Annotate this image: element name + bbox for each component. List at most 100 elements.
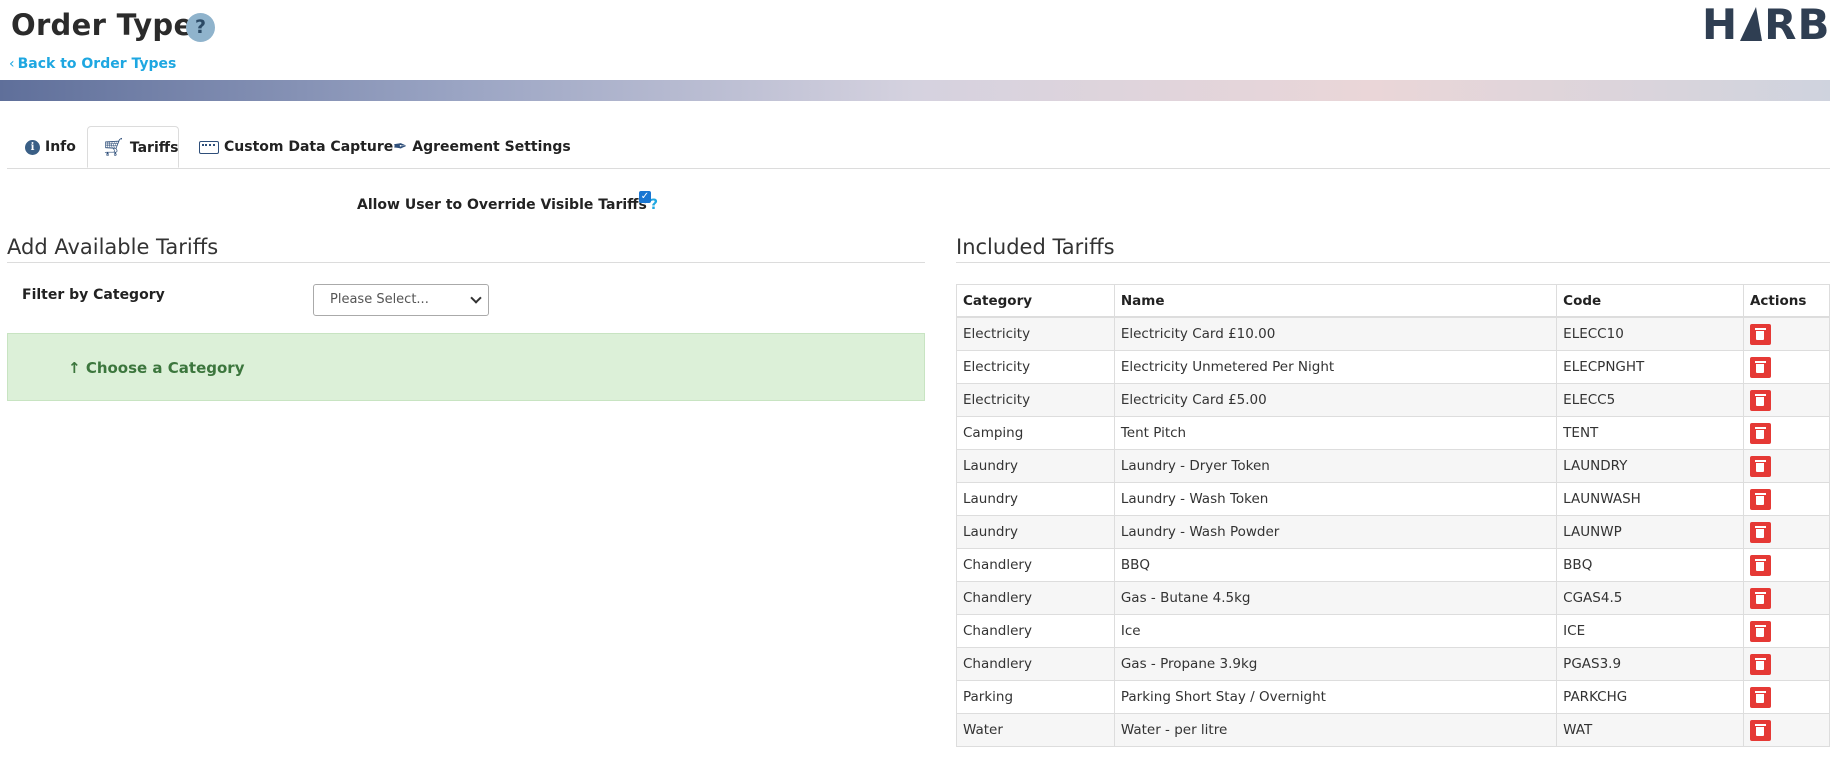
- category-filter-select[interactable]: Please Select...: [313, 284, 489, 316]
- column-header: Name: [1113, 284, 1558, 318]
- info-icon: i: [25, 139, 40, 155]
- table-row: Chandlery Gas - Propane 3.9kg PGAS3.9: [956, 647, 1830, 681]
- cell-code: LAUNWP: [1556, 515, 1744, 549]
- delete-tariff-button[interactable]: [1749, 686, 1771, 708]
- cell-category: Chandlery: [956, 647, 1115, 681]
- logo: HRBOU: [1702, 0, 1830, 49]
- cell-name: Laundry - Wash Powder: [1113, 515, 1558, 549]
- cell-actions: [1742, 647, 1830, 681]
- tab-label: Agreement Settings: [412, 139, 571, 155]
- cell-code: ICE: [1556, 614, 1744, 648]
- arrow-up-icon: ↑: [68, 359, 81, 377]
- table-row: Electricity Electricity Card £5.00 ELECC5: [956, 383, 1830, 417]
- help-icon[interactable]: ?: [186, 13, 215, 42]
- cell-name: Gas - Propane 3.9kg: [1113, 647, 1558, 681]
- tab-info[interactable]: i Info: [21, 126, 80, 168]
- cell-name: Gas - Butane 4.5kg: [1113, 581, 1558, 615]
- table-row: Laundry Laundry - Wash Powder LAUNWP: [956, 515, 1830, 549]
- cart-icon: 🛒︎: [102, 137, 125, 158]
- cell-name: Laundry - Dryer Token: [1113, 449, 1558, 483]
- chevron-left-icon: ‹: [9, 56, 15, 72]
- choose-category-message: ↑ Choose a Category: [68, 359, 245, 377]
- delete-tariff-button[interactable]: [1749, 653, 1771, 675]
- keyboard-icon: [199, 140, 219, 154]
- chevron-down-icon: [470, 292, 482, 304]
- cell-code: WAT: [1556, 713, 1744, 747]
- table-row: Camping Tent Pitch TENT: [956, 416, 1830, 450]
- cell-name: Tent Pitch: [1113, 416, 1558, 450]
- delete-tariff-button[interactable]: [1749, 620, 1771, 642]
- cell-actions: [1742, 614, 1830, 648]
- cell-actions: [1742, 416, 1830, 450]
- cell-actions: [1742, 680, 1830, 714]
- cell-actions: [1742, 581, 1830, 615]
- back-to-order-types-link[interactable]: ‹ Back to Order Types: [9, 56, 176, 72]
- delete-tariff-button[interactable]: [1749, 719, 1771, 741]
- cell-actions: [1742, 350, 1830, 384]
- tab-label: Custom Data Capture: [224, 139, 394, 155]
- cell-code: ELECC5: [1556, 383, 1744, 417]
- cell-category: Water: [956, 713, 1115, 747]
- cell-code: BBQ: [1556, 548, 1744, 582]
- cell-name: Electricity Card £5.00: [1113, 383, 1558, 417]
- filter-label: Filter by Category: [22, 287, 165, 303]
- cell-category: Chandlery: [956, 614, 1115, 648]
- cell-category: Chandlery: [956, 548, 1115, 582]
- delete-tariff-button[interactable]: [1749, 422, 1771, 444]
- column-header: Category: [956, 284, 1115, 318]
- help-icon[interactable]: ?: [650, 197, 658, 213]
- divider: [7, 262, 925, 263]
- cell-name: Electricity Card £10.00: [1113, 316, 1558, 351]
- table-row: Chandlery Gas - Butane 4.5kg CGAS4.5: [956, 581, 1830, 615]
- included-tariffs-title: Included Tariffs: [956, 235, 1115, 259]
- cell-actions: [1742, 482, 1830, 516]
- tab-label: Info: [45, 139, 76, 155]
- cell-category: Electricity: [956, 350, 1115, 384]
- cell-name: Water - per litre: [1113, 713, 1558, 747]
- delete-tariff-button[interactable]: [1749, 455, 1771, 477]
- tab-label: Tariffs: [129, 140, 179, 156]
- cell-category: Electricity: [956, 316, 1115, 351]
- cell-code: TENT: [1556, 416, 1744, 450]
- table-row: Chandlery BBQ BBQ: [956, 548, 1830, 582]
- cell-actions: [1742, 713, 1830, 747]
- cell-name: Laundry - Wash Token: [1113, 482, 1558, 516]
- cell-category: Camping: [956, 416, 1115, 450]
- cell-name: Electricity Unmetered Per Night: [1113, 350, 1558, 384]
- cell-category: Laundry: [956, 515, 1115, 549]
- cell-actions: [1742, 449, 1830, 483]
- delete-tariff-button[interactable]: [1749, 356, 1771, 378]
- override-checkbox[interactable]: ✓: [639, 191, 651, 203]
- cell-actions: [1742, 548, 1830, 582]
- choose-category-alert: ↑ Choose a Category: [7, 333, 925, 401]
- table-row: Electricity Electricity Unmetered Per Nig…: [956, 350, 1830, 384]
- tab-agreement-settings[interactable]: ✒︎ Agreement Settings: [393, 126, 571, 168]
- cell-category: Laundry: [956, 482, 1115, 516]
- available-tariffs-title: Add Available Tariffs: [7, 235, 219, 259]
- tab-custom-data-capture[interactable]: Custom Data Capture: [199, 126, 393, 168]
- cell-name: Parking Short Stay / Overnight: [1113, 680, 1558, 714]
- override-label: Allow User to Override Visible Tariffs?: [357, 197, 658, 213]
- table-row: Laundry Laundry - Dryer Token LAUNDRY: [956, 449, 1830, 483]
- delete-tariff-button[interactable]: [1749, 488, 1771, 510]
- delete-tariff-button[interactable]: [1749, 554, 1771, 576]
- included-tariffs-table: Category Name Code Actions Electricity El…: [956, 284, 1830, 747]
- delete-tariff-button[interactable]: [1749, 389, 1771, 411]
- cell-category: Laundry: [956, 449, 1115, 483]
- cell-category: Parking: [956, 680, 1115, 714]
- header-banner: [0, 80, 1830, 101]
- table-row: Chandlery Ice ICE: [956, 614, 1830, 648]
- divider: [956, 262, 1830, 263]
- tab-bar: i Info 🛒︎ Tariffs Custom Data Capture ✒︎ Ag…: [7, 126, 1830, 169]
- cell-actions: [1742, 515, 1830, 549]
- delete-tariff-button[interactable]: [1749, 521, 1771, 543]
- delete-tariff-button[interactable]: [1749, 587, 1771, 609]
- cell-code: PGAS3.9: [1556, 647, 1744, 681]
- page-header: Order Type ? ‹Back to Order Types HRBOU: [0, 0, 1830, 80]
- delete-tariff-button[interactable]: [1749, 323, 1771, 345]
- column-header: Actions: [1742, 284, 1830, 318]
- cell-code: ELECC10: [1556, 316, 1744, 351]
- tab-tariffs[interactable]: 🛒︎ Tariffs: [87, 126, 179, 168]
- cell-name: BBQ: [1113, 548, 1558, 582]
- cell-code: CGAS4.5: [1556, 581, 1744, 615]
